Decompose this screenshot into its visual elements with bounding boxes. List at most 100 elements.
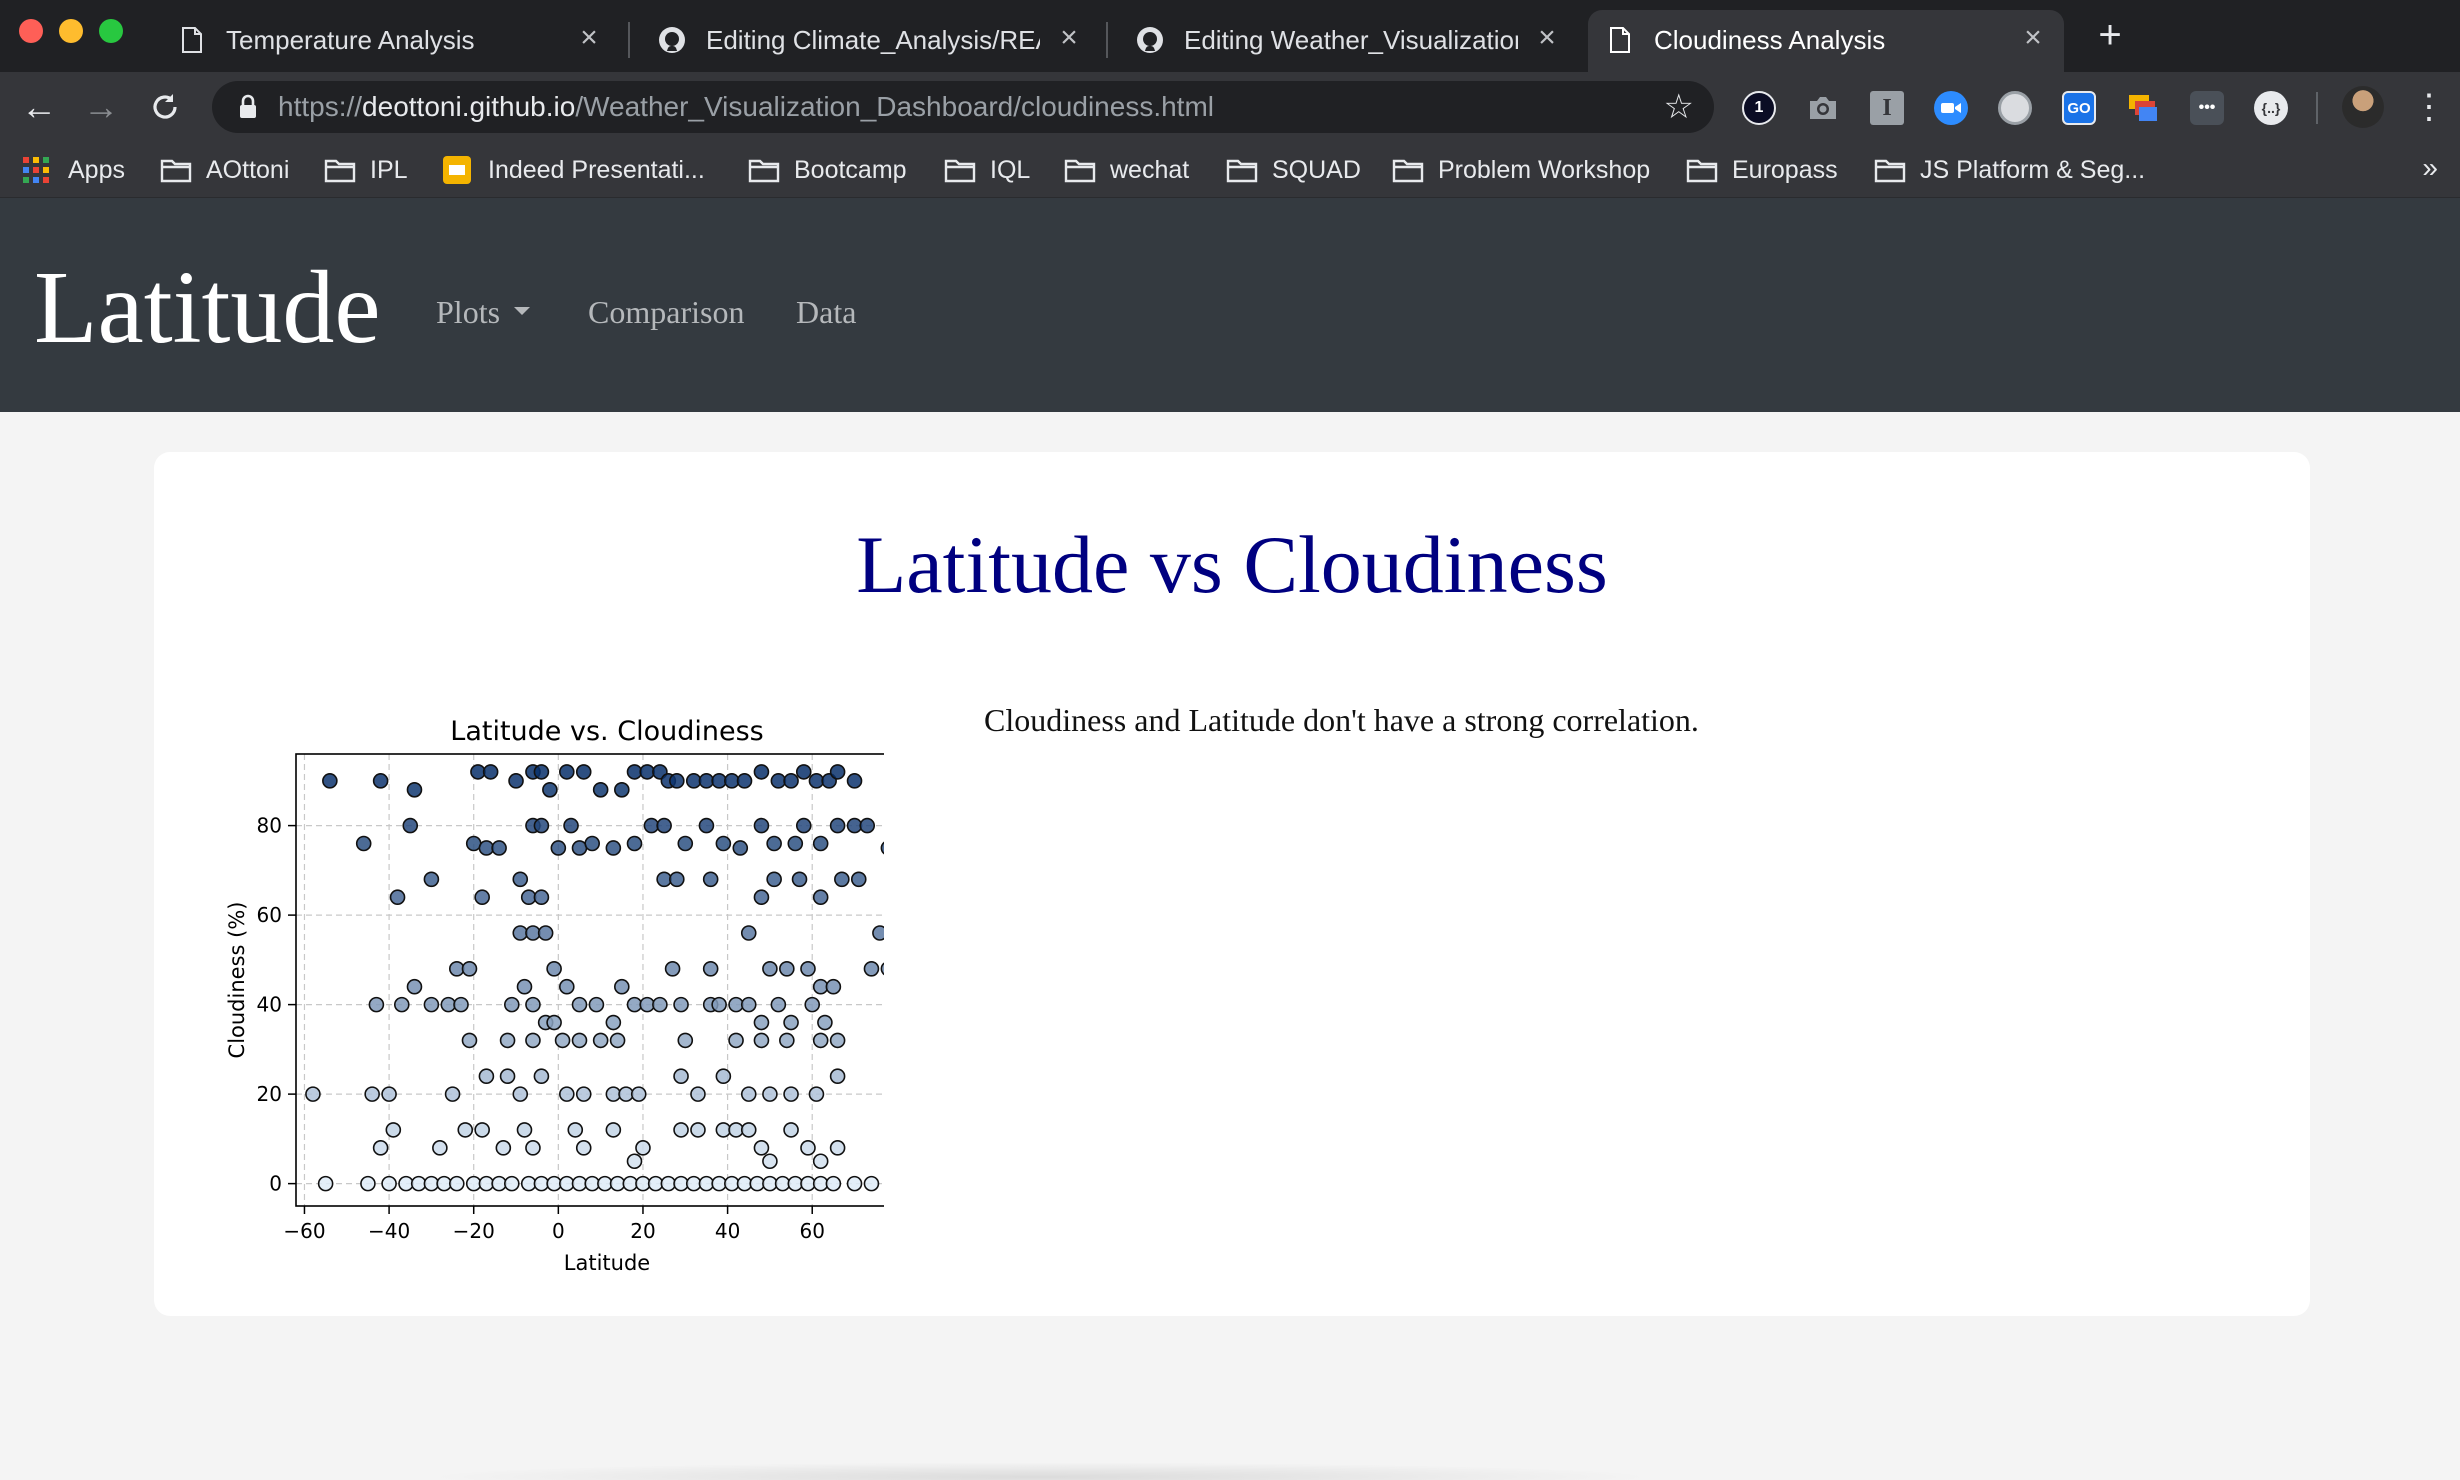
document-icon <box>178 26 206 54</box>
data-point <box>461 1032 478 1049</box>
bookmark-bootcamp[interactable]: Bootcamp <box>748 150 907 190</box>
bookmarks-overflow-icon[interactable]: » <box>2422 152 2438 184</box>
data-point <box>478 1068 495 1085</box>
data-point <box>859 817 876 834</box>
data-point <box>762 1086 778 1102</box>
folder-icon <box>1064 157 1096 183</box>
tab-cloudiness-analysis[interactable]: Cloudiness Analysis × <box>1588 10 2064 72</box>
data-point <box>317 1175 334 1192</box>
zoom-icon[interactable] <box>1934 91 1968 125</box>
data-point <box>389 889 406 906</box>
slides-extension-icon[interactable] <box>2126 91 2160 125</box>
page-bottom-shadow <box>420 1462 1660 1480</box>
data-point <box>305 1086 321 1102</box>
nav-data[interactable]: Data <box>796 294 856 331</box>
data-point <box>512 871 529 888</box>
url-host: deottoni.github.io <box>362 91 576 122</box>
bookmark-indeed-presentation[interactable]: Indeed Presentati... <box>442 150 705 190</box>
data-point <box>812 835 829 852</box>
close-window-button[interactable] <box>19 19 43 43</box>
bookmark-ipl[interactable]: IPL <box>324 150 408 190</box>
zoom-window-button[interactable] <box>99 19 123 43</box>
data-point <box>563 817 579 834</box>
site-navbar: Latitude Plots Comparison Data <box>0 198 2460 412</box>
tab-temperature-analysis[interactable]: Temperature Analysis × <box>160 10 620 72</box>
camera-icon[interactable] <box>1806 91 1840 125</box>
dots-extension-icon[interactable]: ••• <box>2190 91 2224 125</box>
data-point <box>385 1122 402 1138</box>
braces-icon[interactable]: {..} <box>2254 91 2288 125</box>
back-arrow-icon[interactable]: ← <box>18 86 60 128</box>
data-point <box>808 1086 825 1102</box>
browser-toolbar: ← → https://deottoni.github.io/Weather_V… <box>0 72 2460 142</box>
y-axis-label: Cloudiness (%) <box>225 902 249 1059</box>
bookmark-squad[interactable]: SQUAD <box>1226 150 1361 190</box>
data-point <box>762 1153 778 1170</box>
close-tab-icon[interactable]: × <box>1530 21 1564 55</box>
navbar-brand[interactable]: Latitude <box>34 256 381 360</box>
url-text: https://deottoni.github.io/Weather_Visua… <box>278 91 1214 123</box>
bookmark-label: Problem Workshop <box>1438 155 1651 184</box>
scatter-plot-image: −60−40−20020406080020406080Latitude vs. … <box>184 692 919 1292</box>
data-point <box>491 840 507 856</box>
data-point <box>753 1014 770 1031</box>
data-point <box>381 1086 397 1102</box>
data-point <box>829 817 846 834</box>
bookmark-js-platform[interactable]: JS Platform & Seg... <box>1874 150 2145 190</box>
close-tab-icon[interactable]: × <box>1052 21 1086 55</box>
profile-avatar[interactable] <box>2342 86 2384 128</box>
close-tab-icon[interactable]: × <box>572 21 606 55</box>
data-point <box>584 835 600 852</box>
data-point <box>448 1175 465 1192</box>
data-point <box>609 1032 626 1049</box>
data-point <box>732 840 749 856</box>
reload-icon[interactable] <box>144 86 186 128</box>
forward-arrow-icon[interactable]: → <box>80 86 122 128</box>
data-point <box>461 961 478 977</box>
github-icon <box>1136 26 1164 54</box>
circle-extension-icon[interactable] <box>1998 91 2032 125</box>
data-point <box>575 764 592 780</box>
bookmark-problem-workshop[interactable]: Problem Workshop <box>1392 150 1650 190</box>
y-tick-label: 40 <box>257 993 282 1017</box>
bookmark-aottoni[interactable]: AOttoni <box>160 150 289 190</box>
address-bar[interactable]: https://deottoni.github.io/Weather_Visua… <box>212 81 1714 133</box>
folder-icon <box>1226 157 1258 183</box>
data-point <box>715 835 732 852</box>
bookmark-apps[interactable]: Apps <box>22 150 125 190</box>
browser-menu-icon[interactable]: ⋮ <box>2412 86 2446 128</box>
bookmark-europass[interactable]: Europass <box>1686 150 1838 190</box>
data-point <box>669 773 685 789</box>
bookmark-wechat[interactable]: wechat <box>1064 150 1189 190</box>
tab-editing-weather-visualization[interactable]: Editing Weather_Visualization_ × <box>1118 10 1578 72</box>
data-point <box>711 996 727 1013</box>
data-point <box>495 1140 512 1156</box>
url-scheme: https:// <box>278 91 363 122</box>
nav-comparison[interactable]: Comparison <box>588 294 744 331</box>
nav-plots-dropdown[interactable]: Plots <box>436 294 531 331</box>
data-point <box>635 1140 651 1156</box>
bookmark-label: Apps <box>68 155 125 184</box>
minimize-window-button[interactable] <box>59 19 83 43</box>
data-point <box>571 996 588 1013</box>
data-point <box>393 996 410 1013</box>
content-card: Latitude vs Cloudiness Cloudiness and La… <box>154 452 2310 1316</box>
1password-icon[interactable]: 1 <box>1742 91 1776 125</box>
data-point <box>525 1032 541 1049</box>
data-point <box>512 1086 529 1102</box>
close-tab-icon[interactable]: × <box>2016 21 2050 55</box>
tab-editing-climate-analysis[interactable]: Editing Climate_Analysis/READ × <box>640 10 1100 72</box>
bookmark-iql[interactable]: IQL <box>944 150 1030 190</box>
instapaper-icon[interactable]: I <box>1870 91 1904 125</box>
nav-plots-label: Plots <box>436 294 501 330</box>
apps-grid-icon <box>22 157 54 183</box>
go-icon[interactable]: GO <box>2062 91 2096 125</box>
y-tick-label: 20 <box>257 1082 282 1106</box>
data-point <box>605 1014 622 1031</box>
bookmark-star-icon[interactable]: ☆ <box>1664 87 1694 127</box>
data-point <box>753 1140 770 1156</box>
folder-icon <box>944 157 976 183</box>
tab-title: Temperature Analysis <box>226 25 475 55</box>
data-point <box>546 961 562 977</box>
new-tab-button[interactable]: + <box>2090 15 2130 56</box>
